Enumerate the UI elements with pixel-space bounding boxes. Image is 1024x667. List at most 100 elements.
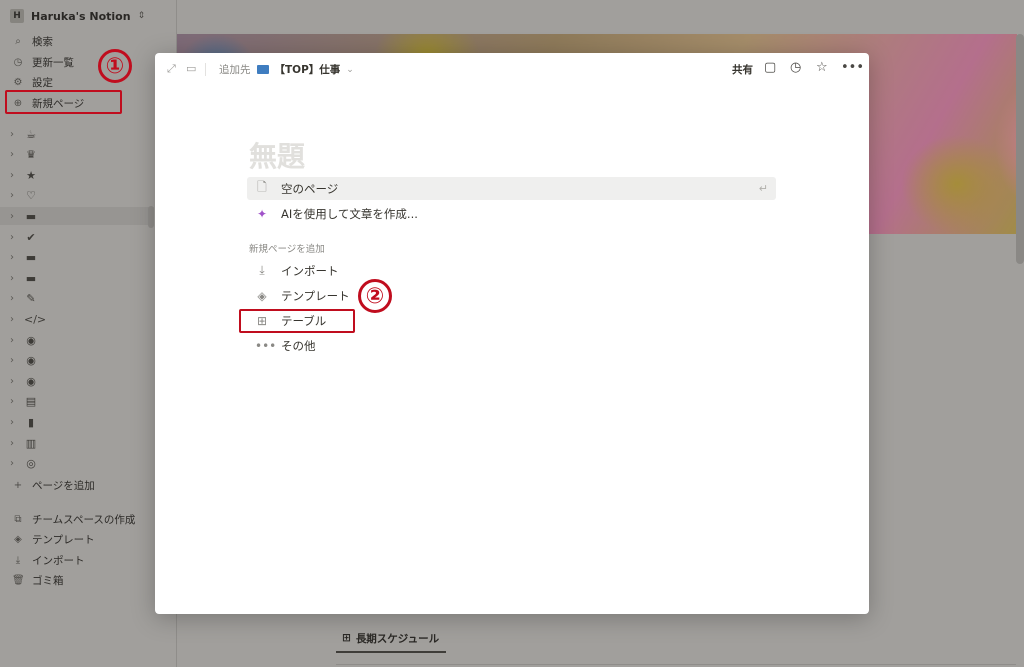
- enter-icon: ↵: [758, 182, 768, 195]
- chevron-right-icon[interactable]: ›: [10, 252, 18, 263]
- comment-icon[interactable]: ▢: [764, 60, 776, 75]
- chevron-right-icon[interactable]: ›: [10, 438, 18, 449]
- sidebar-item-label: 更新一覧: [32, 57, 74, 69]
- import-icon: ⤓: [259, 263, 265, 277]
- annotation-number-one: ①: [98, 49, 132, 83]
- sidebar-scrollbar[interactable]: [148, 206, 154, 228]
- breadcrumb-page: 【TOP】仕事: [274, 64, 341, 76]
- share-button[interactable]: 共有: [732, 62, 753, 77]
- teamspace-icon: ⧉: [14, 514, 22, 525]
- breadcrumb[interactable]: 追加先 【TOP】仕事 ⌄: [219, 62, 354, 77]
- workspace-switcher[interactable]: H Haruka's Notion ⇕: [10, 9, 145, 23]
- chevron-right-icon[interactable]: ›: [10, 211, 18, 222]
- shapes-icon: ◈: [257, 288, 267, 303]
- annotation-box-new-page: [5, 90, 122, 114]
- page-icon: 🗋: [257, 180, 267, 194]
- chevron-right-icon[interactable]: ›: [10, 355, 18, 366]
- chevron-down-icon: ⌄: [346, 64, 354, 75]
- annotation-box-table: [239, 309, 355, 333]
- main-scrollbar[interactable]: [1016, 34, 1024, 264]
- chevron-right-icon[interactable]: ›: [10, 314, 18, 325]
- sidebar-tree-item[interactable]: › ♡: [10, 187, 38, 205]
- sidebar-tree-item[interactable]: › </>: [10, 310, 46, 328]
- palette-icon: ◉: [26, 374, 36, 388]
- sidebar-tree-item[interactable]: › ▥: [10, 434, 38, 452]
- sidebar-create-teamspace[interactable]: ⧉ チームスペースの作成: [12, 512, 135, 527]
- sidebar-updates[interactable]: ◷ 更新一覧: [12, 55, 74, 70]
- option-label: 空のページ: [281, 181, 339, 196]
- sidebar-tree-item[interactable]: › ▬: [10, 249, 38, 267]
- sidebar-item-label: チームスペースの作成: [32, 514, 136, 526]
- template-option[interactable]: ◈ テンプレート: [247, 284, 776, 307]
- sidebar-tree-item[interactable]: › ◉: [10, 331, 38, 349]
- chevron-right-icon[interactable]: ›: [10, 273, 18, 284]
- chevron-right-icon[interactable]: ›: [10, 417, 18, 428]
- chevron-right-icon[interactable]: ›: [10, 232, 18, 243]
- target-icon: ◎: [26, 457, 36, 471]
- sidebar-item-label: テンプレート: [32, 534, 95, 546]
- open-book-icon: ▥: [25, 436, 37, 450]
- option-label: AIを使用して文章を作成...: [281, 206, 418, 221]
- breadcrumb-prefix: 追加先: [219, 64, 251, 76]
- sidebar-trash[interactable]: 🗑 ゴミ箱: [12, 573, 64, 588]
- more-option[interactable]: ••• その他: [247, 334, 776, 357]
- star-icon[interactable]: ☆: [816, 60, 828, 75]
- workspace-name: Haruka's Notion: [31, 9, 131, 23]
- annotation-number-two: ②: [358, 279, 392, 313]
- sidebar-tree-item[interactable]: › ✔: [10, 228, 38, 246]
- sidebar-add-page[interactable]: + ページを追加: [12, 478, 95, 493]
- sidebar-tree-item[interactable]: › ▮: [10, 413, 38, 431]
- palette-icon: ◉: [26, 354, 36, 368]
- sidebar-tree-item[interactable]: › ◉: [10, 352, 38, 370]
- shapes-icon: ◈: [14, 534, 22, 545]
- view-tab[interactable]: ⊞ 長期スケジュール: [336, 625, 446, 653]
- sidebar-search[interactable]: ⌕ 検索: [12, 34, 53, 49]
- chevron-right-icon[interactable]: ›: [10, 129, 18, 140]
- peek-mode-icon[interactable]: ▭: [186, 62, 196, 75]
- chevron-right-icon[interactable]: ›: [10, 396, 18, 407]
- more-icon[interactable]: •••: [841, 60, 864, 75]
- book-icon: ▤: [25, 395, 37, 409]
- chevron-right-icon[interactable]: ›: [10, 190, 18, 201]
- option-label: テンプレート: [281, 288, 350, 303]
- sidebar-tree-item[interactable]: › ▤: [10, 393, 38, 411]
- chevron-right-icon[interactable]: ›: [10, 149, 18, 160]
- sidebar-settings[interactable]: ⚙ 設定: [12, 75, 53, 90]
- sidebar-tree-item[interactable]: › ♛: [10, 146, 38, 164]
- sidebar-import[interactable]: ⤓ インポート: [12, 553, 85, 568]
- star-icon: ★: [26, 168, 36, 182]
- monitor-icon: ▬: [25, 209, 37, 223]
- divider: [205, 63, 206, 76]
- page-title-input[interactable]: 無題: [249, 135, 305, 175]
- chevron-right-icon[interactable]: ›: [10, 458, 18, 469]
- ai-write-option[interactable]: ✦ AIを使用して文章を作成...: [247, 202, 776, 225]
- download-icon: ⤓: [15, 555, 21, 566]
- sidebar-tree-item[interactable]: › ★: [10, 166, 38, 184]
- sidebar-tree-item[interactable]: › ☕: [10, 125, 38, 143]
- monitor-icon: ▬: [25, 271, 37, 285]
- sidebar-tree-item[interactable]: › ✎: [10, 290, 38, 308]
- sidebar-tree-item[interactable]: › ▬: [10, 269, 38, 287]
- crown-icon: ♛: [26, 148, 36, 162]
- sidebar-tree-item[interactable]: › ▬: [0, 207, 154, 226]
- history-icon[interactable]: ◷: [790, 60, 801, 75]
- expand-icon[interactable]: ⤢: [167, 62, 176, 76]
- workspace-avatar: H: [10, 9, 24, 23]
- import-option[interactable]: ⤓ インポート: [247, 259, 776, 282]
- sidebar-templates[interactable]: ◈ テンプレート: [12, 532, 95, 547]
- bookmark-icon: ▮: [27, 415, 35, 429]
- chevron-right-icon[interactable]: ›: [10, 335, 18, 346]
- chevron-right-icon[interactable]: ›: [10, 376, 18, 387]
- sidebar-tree-item[interactable]: › ◉: [10, 372, 38, 390]
- ai-sparkle-icon: ✦: [256, 206, 268, 221]
- empty-page-option[interactable]: 🗋 空のページ ↵: [247, 177, 776, 200]
- chevron-updown-icon: ⇕: [137, 11, 146, 21]
- sidebar-item-label: ゴミ箱: [32, 575, 64, 587]
- chevron-right-icon[interactable]: ›: [10, 293, 18, 304]
- more-icon: •••: [255, 338, 277, 353]
- chevron-right-icon[interactable]: ›: [10, 170, 18, 181]
- option-label: インポート: [281, 263, 339, 278]
- gear-icon: ⚙: [13, 77, 23, 88]
- palette-icon: ◉: [26, 333, 36, 347]
- sidebar-tree-item[interactable]: › ◎: [10, 455, 38, 473]
